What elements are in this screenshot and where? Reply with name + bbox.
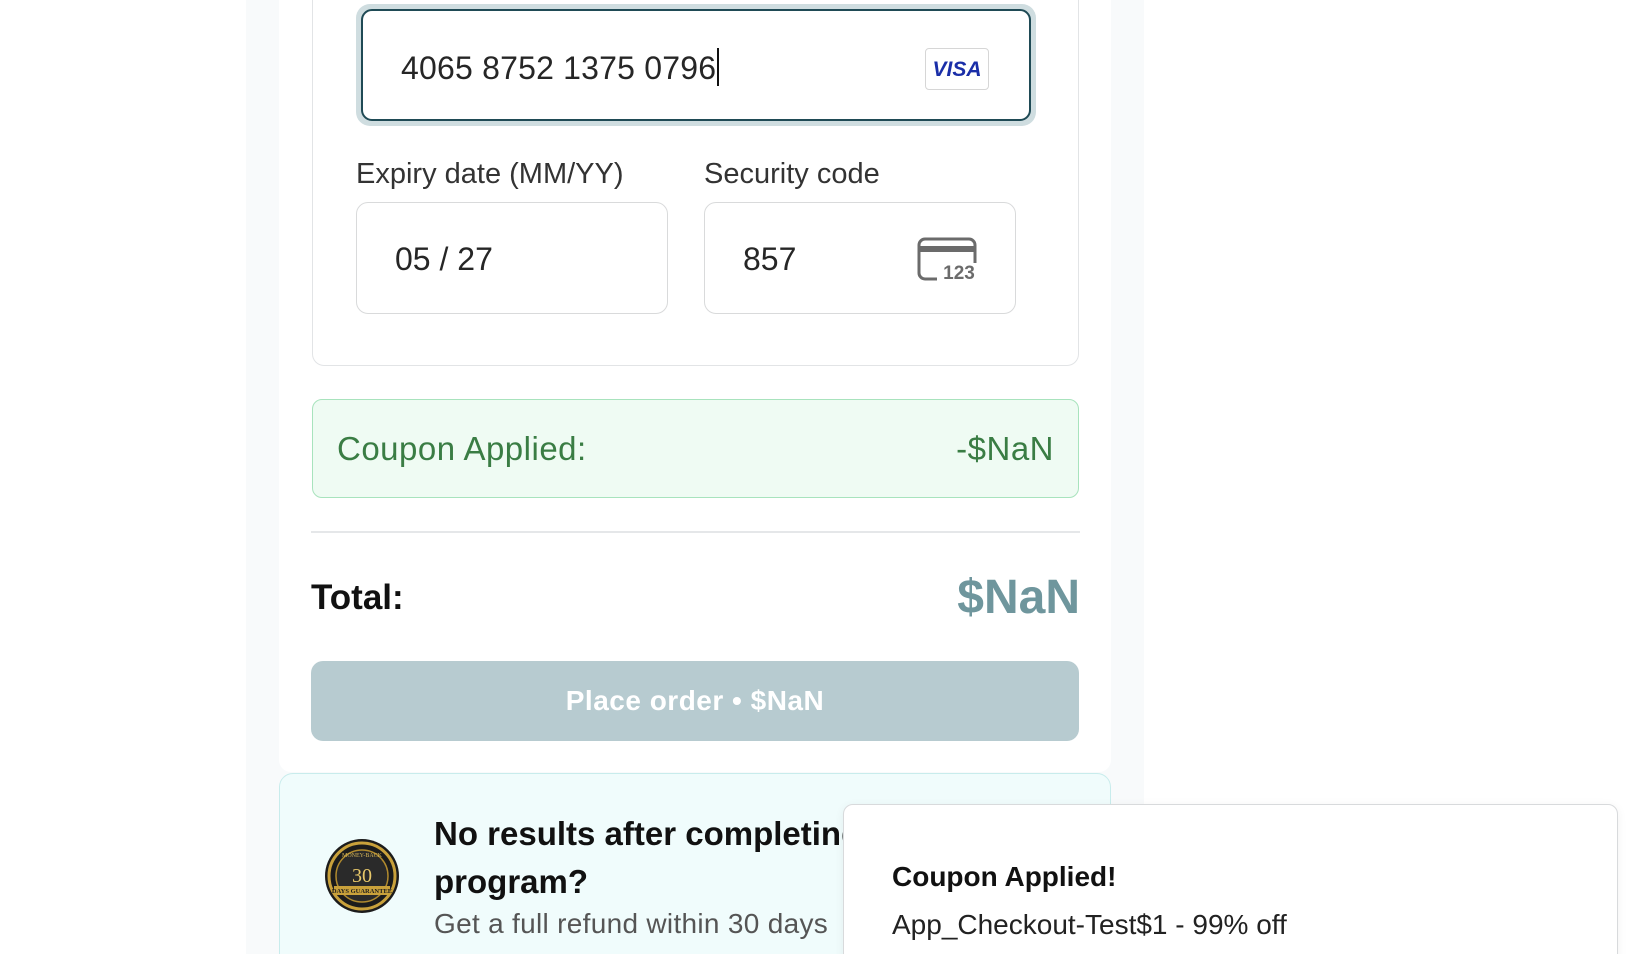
expiry-input[interactable]: 05 / 27 — [356, 202, 668, 314]
svg-text:MONEY-BACK: MONEY-BACK — [342, 853, 383, 859]
toast-title: Coupon Applied! — [892, 861, 1117, 892]
total-value: $NaN — [957, 571, 1080, 624]
svg-text:DAYS GUARANTEE: DAYS GUARANTEE — [332, 888, 392, 895]
coupon-applied-row: Coupon Applied: -$NaN — [312, 399, 1079, 498]
text-caret — [717, 48, 720, 86]
card-number-value: 4065 8752 1375 0796 — [401, 48, 720, 87]
visa-icon: VISA — [925, 48, 989, 90]
svg-text:30: 30 — [352, 865, 372, 887]
cvc-card-icon: 123 — [917, 237, 977, 283]
place-order-button[interactable]: Place order • $NaN — [311, 661, 1079, 741]
guarantee-seal-icon: MONEY-BACK 30 DAYS GUARANTEE — [325, 839, 399, 913]
coupon-discount-value: -$NaN — [956, 430, 1054, 467]
coupon-label: Coupon Applied: — [337, 430, 587, 467]
expiry-label: Expiry date (MM/YY) — [356, 158, 624, 190]
guarantee-subtitle: Get a full refund within 30 days — [434, 908, 829, 939]
security-code-label: Security code — [704, 158, 880, 190]
divider — [311, 531, 1080, 533]
total-label: Total: — [311, 578, 404, 617]
svg-text:VISA: VISA — [932, 58, 981, 80]
card-number-input[interactable]: 4065 8752 1375 0796 VISA — [361, 9, 1031, 121]
security-code-input[interactable]: 857 123 — [704, 202, 1016, 314]
svg-text:123: 123 — [943, 263, 975, 283]
expiry-value: 05 / 27 — [395, 241, 493, 277]
security-code-value: 857 — [743, 241, 797, 277]
card-number-focus-ring: 4065 8752 1375 0796 VISA — [356, 4, 1036, 126]
coupon-toast-notification[interactable]: Coupon Applied! App_Checkout-Test$1 - 99… — [843, 804, 1618, 954]
toast-message: App_Checkout-Test$1 - 99% off — [892, 909, 1287, 940]
